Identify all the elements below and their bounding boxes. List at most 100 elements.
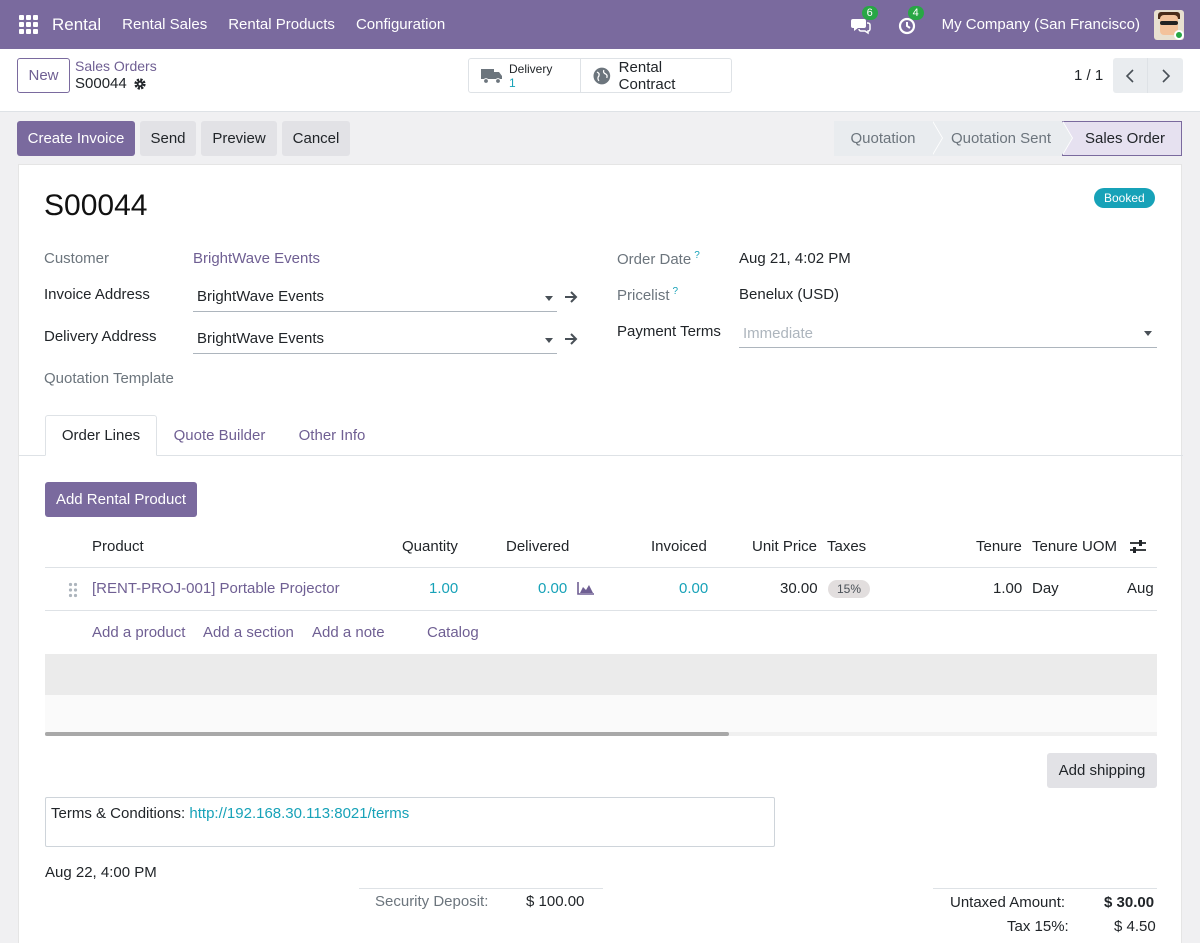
messages-button[interactable]: 6 xyxy=(850,5,878,36)
menu-rental-products[interactable]: Rental Products xyxy=(228,16,335,33)
globe-icon xyxy=(593,67,611,84)
terms-conditions-field[interactable]: Terms & Conditions: http://192.168.30.11… xyxy=(45,797,775,847)
cell-date[interactable]: Aug xyxy=(1127,580,1154,597)
col-unit-price[interactable]: Unit Price xyxy=(752,538,817,555)
terms-url-link[interactable]: http://192.168.30.113:8021/terms xyxy=(189,805,409,822)
messages-count-badge: 6 xyxy=(861,5,878,20)
tab-other-info[interactable]: Other Info xyxy=(282,415,382,456)
untaxed-amount-label: Untaxed Amount: xyxy=(950,894,1066,911)
add-rental-product-button[interactable]: Add Rental Product xyxy=(45,482,197,517)
preview-button[interactable]: Preview xyxy=(201,121,277,156)
cell-delivered[interactable]: 0.00 xyxy=(538,580,567,597)
scrollbar-thumb[interactable] xyxy=(45,732,729,736)
help-tooltip-icon[interactable]: ? xyxy=(694,250,700,261)
col-tenure[interactable]: Tenure xyxy=(976,538,1022,555)
col-product[interactable]: Product xyxy=(92,538,144,555)
customer-link[interactable]: BrightWave Events xyxy=(193,250,320,267)
stage-quotation-sent[interactable]: Quotation Sent xyxy=(932,121,1073,156)
payment-terms-field[interactable]: Immediate xyxy=(743,325,813,342)
empty-row xyxy=(45,695,1157,735)
help-tooltip-icon[interactable]: ? xyxy=(673,286,679,297)
col-invoiced[interactable]: Invoiced xyxy=(651,538,707,555)
pager-buttons xyxy=(1113,58,1183,93)
activities-count-badge: 4 xyxy=(907,5,924,20)
chevron-down-icon[interactable] xyxy=(545,296,553,301)
untaxed-amount-value: $ 30.00 xyxy=(1104,894,1155,911)
stage-sales-order-label: Sales Order xyxy=(1084,130,1166,147)
cell-tenure[interactable]: 1.00 xyxy=(993,580,1022,597)
add-note-link[interactable]: Add a note xyxy=(312,624,385,641)
col-taxes[interactable]: Taxes xyxy=(827,538,866,555)
tax-badge: 15% xyxy=(828,580,871,598)
delivery-smart-button[interactable]: Delivery 1 xyxy=(469,59,581,92)
stage-quotation-label: Quotation xyxy=(850,130,916,147)
stage-sales-order[interactable]: Sales Order xyxy=(1062,121,1182,156)
chevron-down-icon[interactable] xyxy=(545,338,553,343)
add-shipping-button[interactable]: Add shipping xyxy=(1047,753,1157,788)
truck-icon xyxy=(481,68,502,84)
new-button[interactable]: New xyxy=(17,58,70,93)
breadcrumb-current-label: S00044 xyxy=(75,75,127,92)
breadcrumb-sales-orders[interactable]: Sales Orders xyxy=(75,58,157,74)
tax-value: $ 4.50 xyxy=(1114,918,1156,935)
customer-label: Customer xyxy=(44,250,110,267)
stage-pipeline: Quotation Quotation Sent Sales Order xyxy=(834,121,1182,156)
activities-button[interactable]: 4 xyxy=(896,5,924,36)
add-section-link[interactable]: Add a section xyxy=(203,624,294,641)
chevron-right-icon xyxy=(1161,68,1170,83)
terms-label: Terms & Conditions: xyxy=(51,805,186,822)
pricelist-value[interactable]: Benelux (USD) xyxy=(739,286,839,303)
stage-quotation[interactable]: Quotation xyxy=(834,121,943,156)
tab-order-lines[interactable]: Order Lines xyxy=(45,415,157,456)
user-avatar[interactable] xyxy=(1154,9,1184,40)
rental-contract-label: Rental Contract xyxy=(618,58,676,93)
pager-value[interactable]: 1 / 1 xyxy=(1074,67,1103,84)
chevron-down-icon[interactable] xyxy=(1144,331,1152,336)
cell-product[interactable]: [RENT-PROJ-001] Portable Projector xyxy=(92,580,340,597)
status-bar: Create Invoice Send Preview Cancel Quota… xyxy=(0,112,1200,164)
quotation-template-label: Quotation Template xyxy=(44,370,174,387)
stage-quotation-sent-label: Quotation Sent xyxy=(950,130,1052,147)
breadcrumb-current: S00044 xyxy=(75,75,147,92)
rental-contract-smart-button[interactable]: Rental Contract xyxy=(581,58,731,93)
delivery-address-field[interactable]: BrightWave Events xyxy=(197,330,324,347)
column-settings-icon[interactable] xyxy=(1129,539,1147,555)
add-product-link[interactable]: Add a product xyxy=(92,624,185,641)
tax-label: Tax 15%: xyxy=(1007,918,1069,935)
delivery-label: Delivery xyxy=(509,61,553,76)
create-invoice-button[interactable]: Create Invoice xyxy=(17,121,135,156)
tab-quote-builder[interactable]: Quote Builder xyxy=(157,415,282,456)
delivery-count: 1 xyxy=(509,75,516,90)
send-button[interactable]: Send xyxy=(140,121,196,156)
pricelist-label: Pricelist? xyxy=(617,286,679,304)
cancel-button[interactable]: Cancel xyxy=(282,121,350,156)
company-switcher[interactable]: My Company (San Francisco) xyxy=(942,16,1140,33)
pager-previous-button[interactable] xyxy=(1113,58,1148,93)
security-deposit-value: $ 100.00 xyxy=(526,893,585,910)
security-deposit-label: Security Deposit: xyxy=(375,893,489,910)
form-sheet: S00044 Booked Customer BrightWave Events… xyxy=(18,164,1183,943)
menu-configuration[interactable]: Configuration xyxy=(356,16,445,33)
app-brand[interactable]: Rental xyxy=(52,15,101,35)
catalog-button[interactable]: Catalog xyxy=(427,624,479,641)
drag-handle-icon[interactable] xyxy=(68,582,78,598)
arrow-right-icon[interactable] xyxy=(564,291,578,303)
online-status-icon xyxy=(1174,29,1184,40)
cell-unit-price[interactable]: 30.00 xyxy=(780,580,818,597)
col-delivered[interactable]: Delivered xyxy=(506,538,569,555)
cell-invoiced[interactable]: 0.00 xyxy=(679,580,708,597)
arrow-right-icon[interactable] xyxy=(564,333,578,345)
invoice-address-field[interactable]: BrightWave Events xyxy=(197,288,324,305)
cell-quantity[interactable]: 1.00 xyxy=(429,580,458,597)
apps-grid-icon[interactable] xyxy=(19,15,38,34)
order-date-value[interactable]: Aug 21, 4:02 PM xyxy=(739,250,851,267)
col-tenure-uom[interactable]: Tenure UOM xyxy=(1032,538,1117,555)
forecast-chart-icon[interactable] xyxy=(577,581,595,595)
cell-tenure-uom[interactable]: Day xyxy=(1032,580,1059,597)
pager-next-button[interactable] xyxy=(1148,58,1183,93)
col-quantity[interactable]: Quantity xyxy=(402,538,458,555)
gear-icon[interactable] xyxy=(133,77,147,91)
menu-rental-sales[interactable]: Rental Sales xyxy=(122,16,207,33)
cell-taxes[interactable]: 15% xyxy=(828,580,871,598)
payment-terms-label: Payment Terms xyxy=(617,323,721,340)
